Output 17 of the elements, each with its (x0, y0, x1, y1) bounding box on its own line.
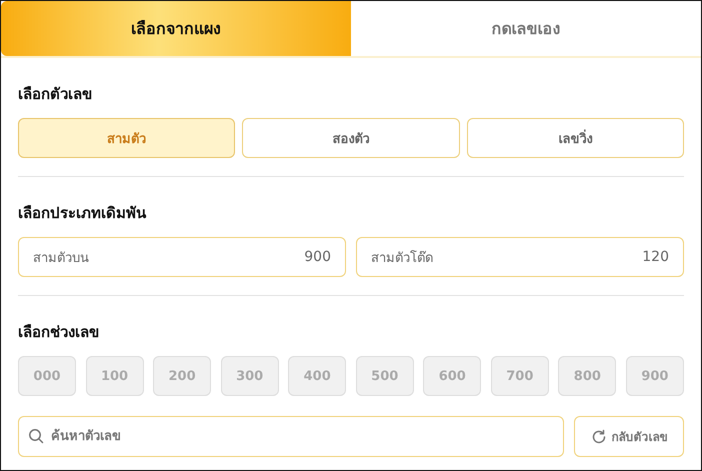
section-heading: เลือกตัวเลข (18, 84, 93, 105)
bet-type-card[interactable]: สามตัวโต๊ด 120 (356, 237, 684, 277)
digit-option[interactable]: สามตัว (18, 118, 236, 158)
bet-type-label: สามตัวโต๊ด (371, 249, 433, 268)
digit-option[interactable]: สองตัว (242, 118, 460, 158)
digit-option[interactable]: เลขวิ่ง (466, 118, 684, 158)
payout-rate: 120 (642, 249, 669, 265)
search-icon (28, 428, 44, 444)
tab[interactable]: เลือกจากแผง (1, 1, 351, 56)
refresh-icon (590, 428, 606, 444)
bet-type-label: สามตัวบน (33, 250, 89, 268)
bet-type-card[interactable]: สามตัวบน 900 (18, 237, 346, 277)
reverse-number-button[interactable]: กลับตัวเลข (574, 416, 684, 457)
section-heading: เลือกประเภทเดิมพัน (18, 203, 148, 224)
section-heading: เลือกช่วงเลข (18, 322, 100, 343)
search-field[interactable]: ค้นหาตัวเลข (18, 416, 564, 457)
payout-rate: 900 (304, 249, 331, 265)
